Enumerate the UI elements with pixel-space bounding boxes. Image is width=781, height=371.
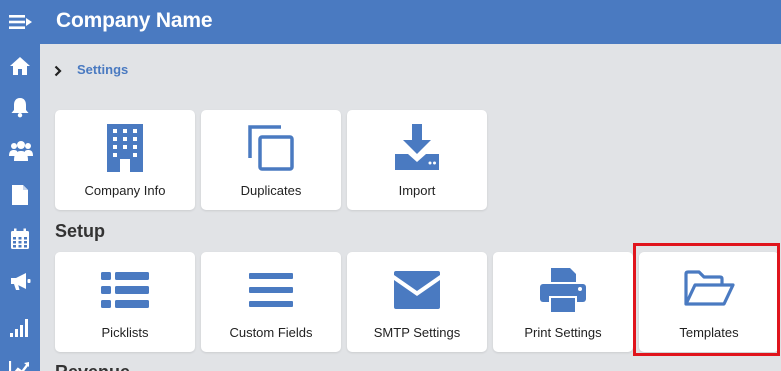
menu-toggle-icon — [9, 15, 32, 29]
picklists-tile[interactable]: Picklists — [55, 252, 195, 352]
company-name: Company Name — [56, 9, 213, 32]
trend-chart-icon — [9, 361, 29, 371]
calendar-icon — [11, 228, 29, 249]
sidebar-item-reports[interactable] — [0, 306, 40, 346]
templates-tile[interactable]: Templates — [639, 252, 779, 352]
custom-fields-tile[interactable]: Custom Fields — [201, 252, 341, 352]
sidebar-item-home[interactable] — [0, 46, 40, 86]
import-icon — [395, 124, 439, 170]
signal-bars-icon — [10, 319, 28, 337]
print-settings-tile[interactable]: Print Settings — [493, 252, 633, 352]
bell-icon — [11, 98, 29, 118]
custom-fields-label: Custom Fields — [229, 325, 313, 340]
duplicates-tile[interactable]: Duplicates — [201, 110, 341, 210]
company-info-tile[interactable]: Company Info — [55, 110, 195, 210]
company-info-label: Company Info — [84, 183, 166, 198]
sidebar-item-documents[interactable] — [0, 174, 40, 214]
sidebar-item-notifications[interactable] — [0, 86, 40, 126]
revenue-heading: Revenue — [55, 362, 130, 371]
top-bar: Company Name — [0, 0, 781, 44]
import-tile[interactable]: Import — [347, 110, 487, 210]
home-icon — [10, 57, 30, 75]
bars-icon — [249, 273, 293, 307]
breadcrumb-settings-link[interactable]: Settings — [77, 62, 128, 77]
megaphone-icon — [11, 273, 31, 290]
duplicates-label: Duplicates — [240, 183, 302, 198]
print-settings-label: Print Settings — [524, 325, 602, 340]
sidebar-item-analytics[interactable] — [0, 348, 40, 371]
duplicate-icon — [248, 125, 294, 171]
templates-label: Templates — [679, 325, 739, 340]
envelope-icon — [394, 271, 440, 309]
chevron-right-icon — [54, 65, 62, 77]
sidebar-item-contacts[interactable] — [0, 130, 40, 170]
menu-toggle-button[interactable] — [0, 0, 40, 44]
sidebar-item-calendar[interactable] — [0, 218, 40, 258]
sidebar — [0, 44, 40, 371]
smtp-settings-tile[interactable]: SMTP Settings — [347, 252, 487, 352]
building-icon — [107, 124, 143, 172]
import-label: Import — [398, 183, 436, 198]
printer-icon — [540, 268, 586, 312]
setup-heading: Setup — [55, 221, 106, 241]
document-icon — [12, 185, 28, 205]
users-icon — [9, 141, 33, 161]
smtp-settings-label: SMTP Settings — [373, 325, 461, 340]
list-icon — [101, 272, 149, 308]
sidebar-item-campaigns[interactable] — [0, 260, 40, 300]
folder-open-icon — [684, 270, 735, 306]
picklists-label: Picklists — [101, 325, 149, 340]
